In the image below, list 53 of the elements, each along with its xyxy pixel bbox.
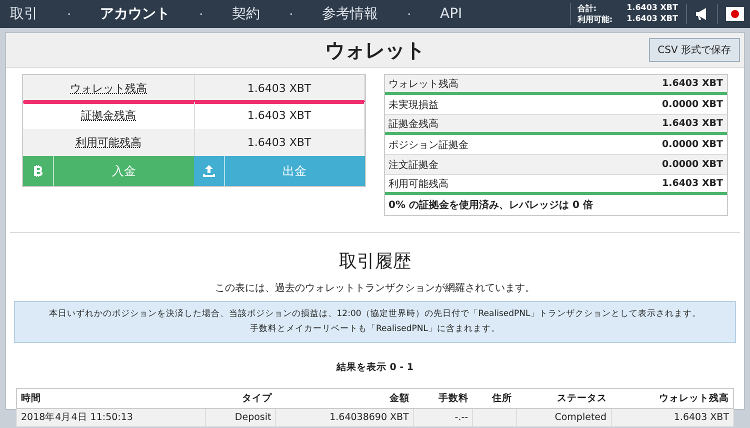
balance-label: 利用可能: bbox=[577, 14, 613, 25]
upload-icon bbox=[202, 165, 215, 177]
column-header: 時間 bbox=[16, 388, 206, 408]
balance-label: 証拠金残高 bbox=[81, 108, 136, 123]
column-header: ステータス bbox=[516, 388, 612, 408]
megaphone-icon[interactable] bbox=[695, 8, 709, 20]
breakdown-label: 証拠金残高 bbox=[388, 118, 438, 130]
leverage-summary: 0% の証拠金を使用済み、レバレッジは 0 倍 bbox=[388, 198, 594, 213]
nav-tab[interactable]: 契約 bbox=[232, 5, 260, 23]
table-cell: 2018年4月4日 11:50:13 bbox=[16, 408, 206, 426]
notice-text: 手数料とメイカーリベートも「RealisedPNL」に含まれます。 bbox=[250, 322, 500, 336]
table-cell: 1.64038690 XBT bbox=[276, 408, 414, 426]
breakdown-label: ウォレット残高 bbox=[388, 78, 458, 90]
section-description: この表には、過去のウォレットトランザクションが網羅されています。 bbox=[214, 282, 536, 295]
balance-value: 1.6403 XBT bbox=[626, 3, 678, 14]
breakdown-label: ポジション証拠金 bbox=[388, 138, 468, 152]
breakdown-value: 1.6403 XBT bbox=[662, 178, 723, 189]
nav-tab[interactable]: 取引 bbox=[10, 5, 38, 23]
balance-label: 利用可能残高 bbox=[76, 135, 142, 150]
nav-tab[interactable]: API bbox=[440, 6, 462, 22]
csv-save-button[interactable]: CSV 形式で保存 bbox=[648, 38, 740, 62]
page-title: ウォレット bbox=[325, 36, 425, 64]
balance-label: 合計: bbox=[577, 3, 598, 14]
column-header: タイプ bbox=[205, 388, 276, 408]
bitcoin-icon bbox=[34, 165, 42, 177]
breakdown-label: 利用可能残高 bbox=[388, 178, 448, 190]
breakdown-value: 1.6403 XBT bbox=[662, 118, 723, 129]
japan-flag-icon[interactable] bbox=[726, 7, 744, 21]
breakdown-label: 未実現損益 bbox=[388, 98, 438, 112]
balance-label: ウォレット残高 bbox=[70, 81, 147, 96]
column-header: 手数料 bbox=[413, 388, 473, 408]
breakdown-value: 0.0000 XBT bbox=[662, 159, 723, 170]
breakdown-value: 1.6403 XBT bbox=[662, 78, 723, 89]
notice-text: 本日いずれかのポジションを決済した場合、当該ポジションの損益は、12:00（協定世界時）の先日付で「RealisedPNL」トランザクションとして表示されます。 bbox=[48, 308, 702, 321]
breakdown-label: 注文証拠金 bbox=[388, 158, 438, 172]
table-cell: Completed bbox=[516, 408, 612, 426]
nav-separator: ・ bbox=[284, 6, 298, 22]
breakdown-value: 0.0000 XBT bbox=[662, 99, 723, 110]
table-cell: 1.6403 XBT bbox=[611, 408, 734, 426]
nav-tab[interactable]: アカウント bbox=[100, 5, 170, 23]
table-cell: Deposit bbox=[205, 408, 276, 426]
nav-separator: ・ bbox=[194, 6, 208, 22]
nav-tab[interactable]: 参考情報 bbox=[322, 5, 378, 23]
nav-separator: ・ bbox=[62, 6, 76, 22]
table-cell: -.-- bbox=[413, 408, 473, 426]
section-title: 取引履歴 bbox=[338, 250, 412, 273]
column-header: ウォレット残高 bbox=[611, 388, 734, 408]
balance-value: 1.6403 XBT bbox=[626, 14, 678, 25]
column-header: 金額 bbox=[276, 388, 414, 408]
results-count: 結果を表示 0 - 1 bbox=[335, 361, 415, 374]
nav-separator: ・ bbox=[402, 6, 416, 22]
breakdown-value: 0.0000 XBT bbox=[662, 139, 723, 150]
column-header: 住所 bbox=[472, 388, 516, 408]
